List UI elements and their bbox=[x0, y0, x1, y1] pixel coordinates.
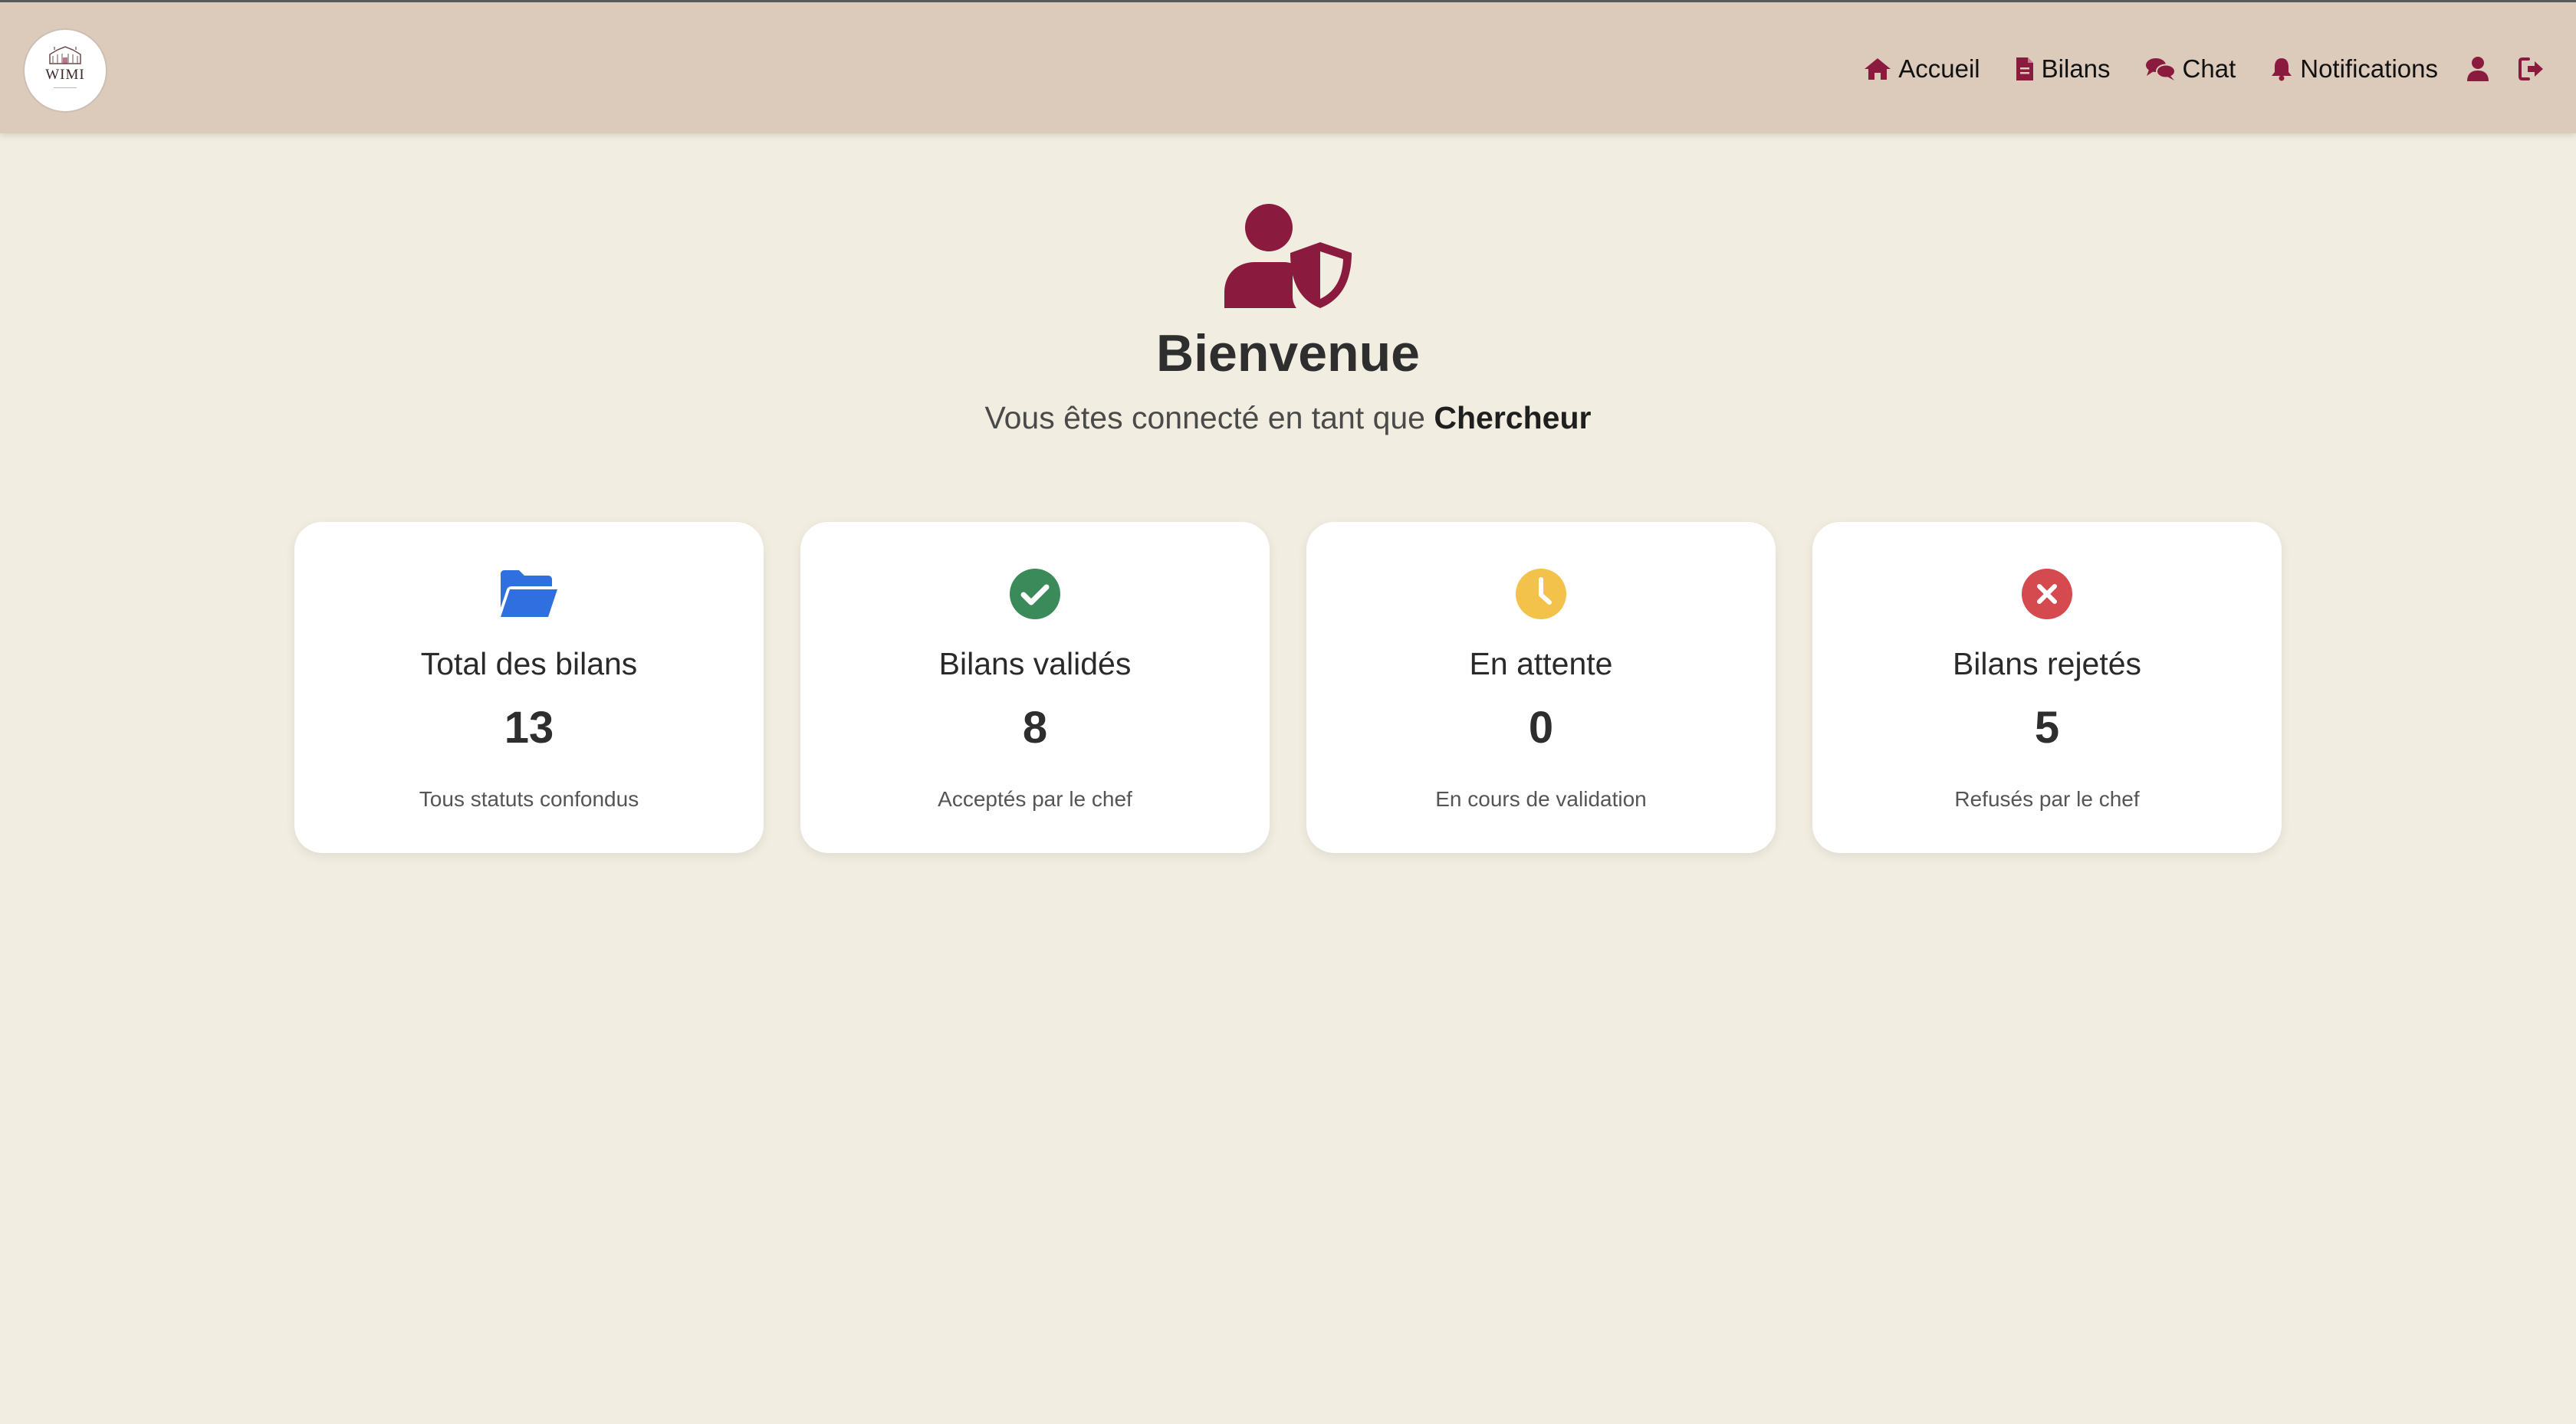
nav-item-accueil[interactable]: Accueil bbox=[1863, 54, 1980, 84]
stat-title: Bilans rejetés bbox=[1952, 646, 2142, 681]
check-circle-icon bbox=[1005, 568, 1065, 620]
stat-value: 13 bbox=[504, 703, 554, 753]
logo-text: WIMI bbox=[45, 67, 85, 83]
home-icon bbox=[1863, 56, 1892, 82]
folder-open-icon bbox=[499, 568, 559, 620]
main-nav: Accueil Bilans Chat Notifications bbox=[1829, 2, 2545, 136]
stat-description: Tous statuts confondus bbox=[419, 787, 639, 811]
stat-title: En attente bbox=[1469, 646, 1613, 681]
stat-description: En cours de validation bbox=[1435, 787, 1647, 811]
chat-icon bbox=[2144, 56, 2177, 82]
stat-card-validated[interactable]: Bilans validés 8 Acceptés par le chef bbox=[800, 522, 1270, 853]
stat-value: 5 bbox=[2034, 703, 2060, 753]
stat-title: Total des bilans bbox=[420, 646, 638, 681]
nav-item-chat[interactable]: Chat bbox=[2144, 54, 2236, 84]
nav-item-bilans[interactable]: Bilans bbox=[2014, 54, 2111, 84]
role-subtitle-prefix: Vous êtes connecté en tant que bbox=[984, 400, 1425, 435]
x-circle-icon bbox=[2017, 568, 2077, 620]
logout-icon[interactable] bbox=[2518, 55, 2545, 83]
stat-value: 8 bbox=[1022, 703, 1048, 753]
stats-cards: Total des bilans 13 Tous statuts confond… bbox=[294, 522, 2282, 853]
nav-label-bilans: Bilans bbox=[2041, 54, 2111, 83]
clock-icon bbox=[1511, 568, 1571, 620]
nav-item-notifications[interactable]: Notifications bbox=[2269, 54, 2438, 84]
welcome-section: Bienvenue Vous êtes connecté en tant que… bbox=[0, 204, 2576, 436]
stat-description: Refusés par le chef bbox=[1954, 787, 2140, 811]
stat-card-total[interactable]: Total des bilans 13 Tous statuts confond… bbox=[294, 522, 764, 853]
bell-icon bbox=[2269, 56, 2294, 82]
stat-description: Acceptés par le chef bbox=[938, 787, 1132, 811]
user-icon[interactable] bbox=[2464, 55, 2492, 83]
document-icon bbox=[2014, 56, 2036, 82]
user-shield-icon bbox=[1224, 204, 1352, 308]
nav-label-accueil: Accueil bbox=[1898, 54, 1980, 83]
top-navbar: WIMI ────── Accueil Bilans Chat Notifica… bbox=[0, 0, 2576, 133]
nav-label-chat: Chat bbox=[2182, 54, 2236, 83]
stat-card-pending[interactable]: En attente 0 En cours de validation bbox=[1306, 522, 1776, 853]
role-subtitle: Vous êtes connecté en tant que Chercheur bbox=[0, 400, 2576, 436]
stat-title: Bilans validés bbox=[938, 646, 1132, 681]
logo-building-icon bbox=[49, 46, 81, 64]
brand-logo[interactable]: WIMI ────── bbox=[23, 28, 107, 113]
role-name: Chercheur bbox=[1434, 400, 1592, 435]
nav-label-notifications: Notifications bbox=[2300, 54, 2438, 83]
logo-subtext: ────── bbox=[54, 85, 77, 91]
stat-card-rejected[interactable]: Bilans rejetés 5 Refusés par le chef bbox=[1812, 522, 2282, 853]
stat-value: 0 bbox=[1528, 703, 1554, 753]
page-title: Bienvenue bbox=[1156, 324, 1420, 382]
